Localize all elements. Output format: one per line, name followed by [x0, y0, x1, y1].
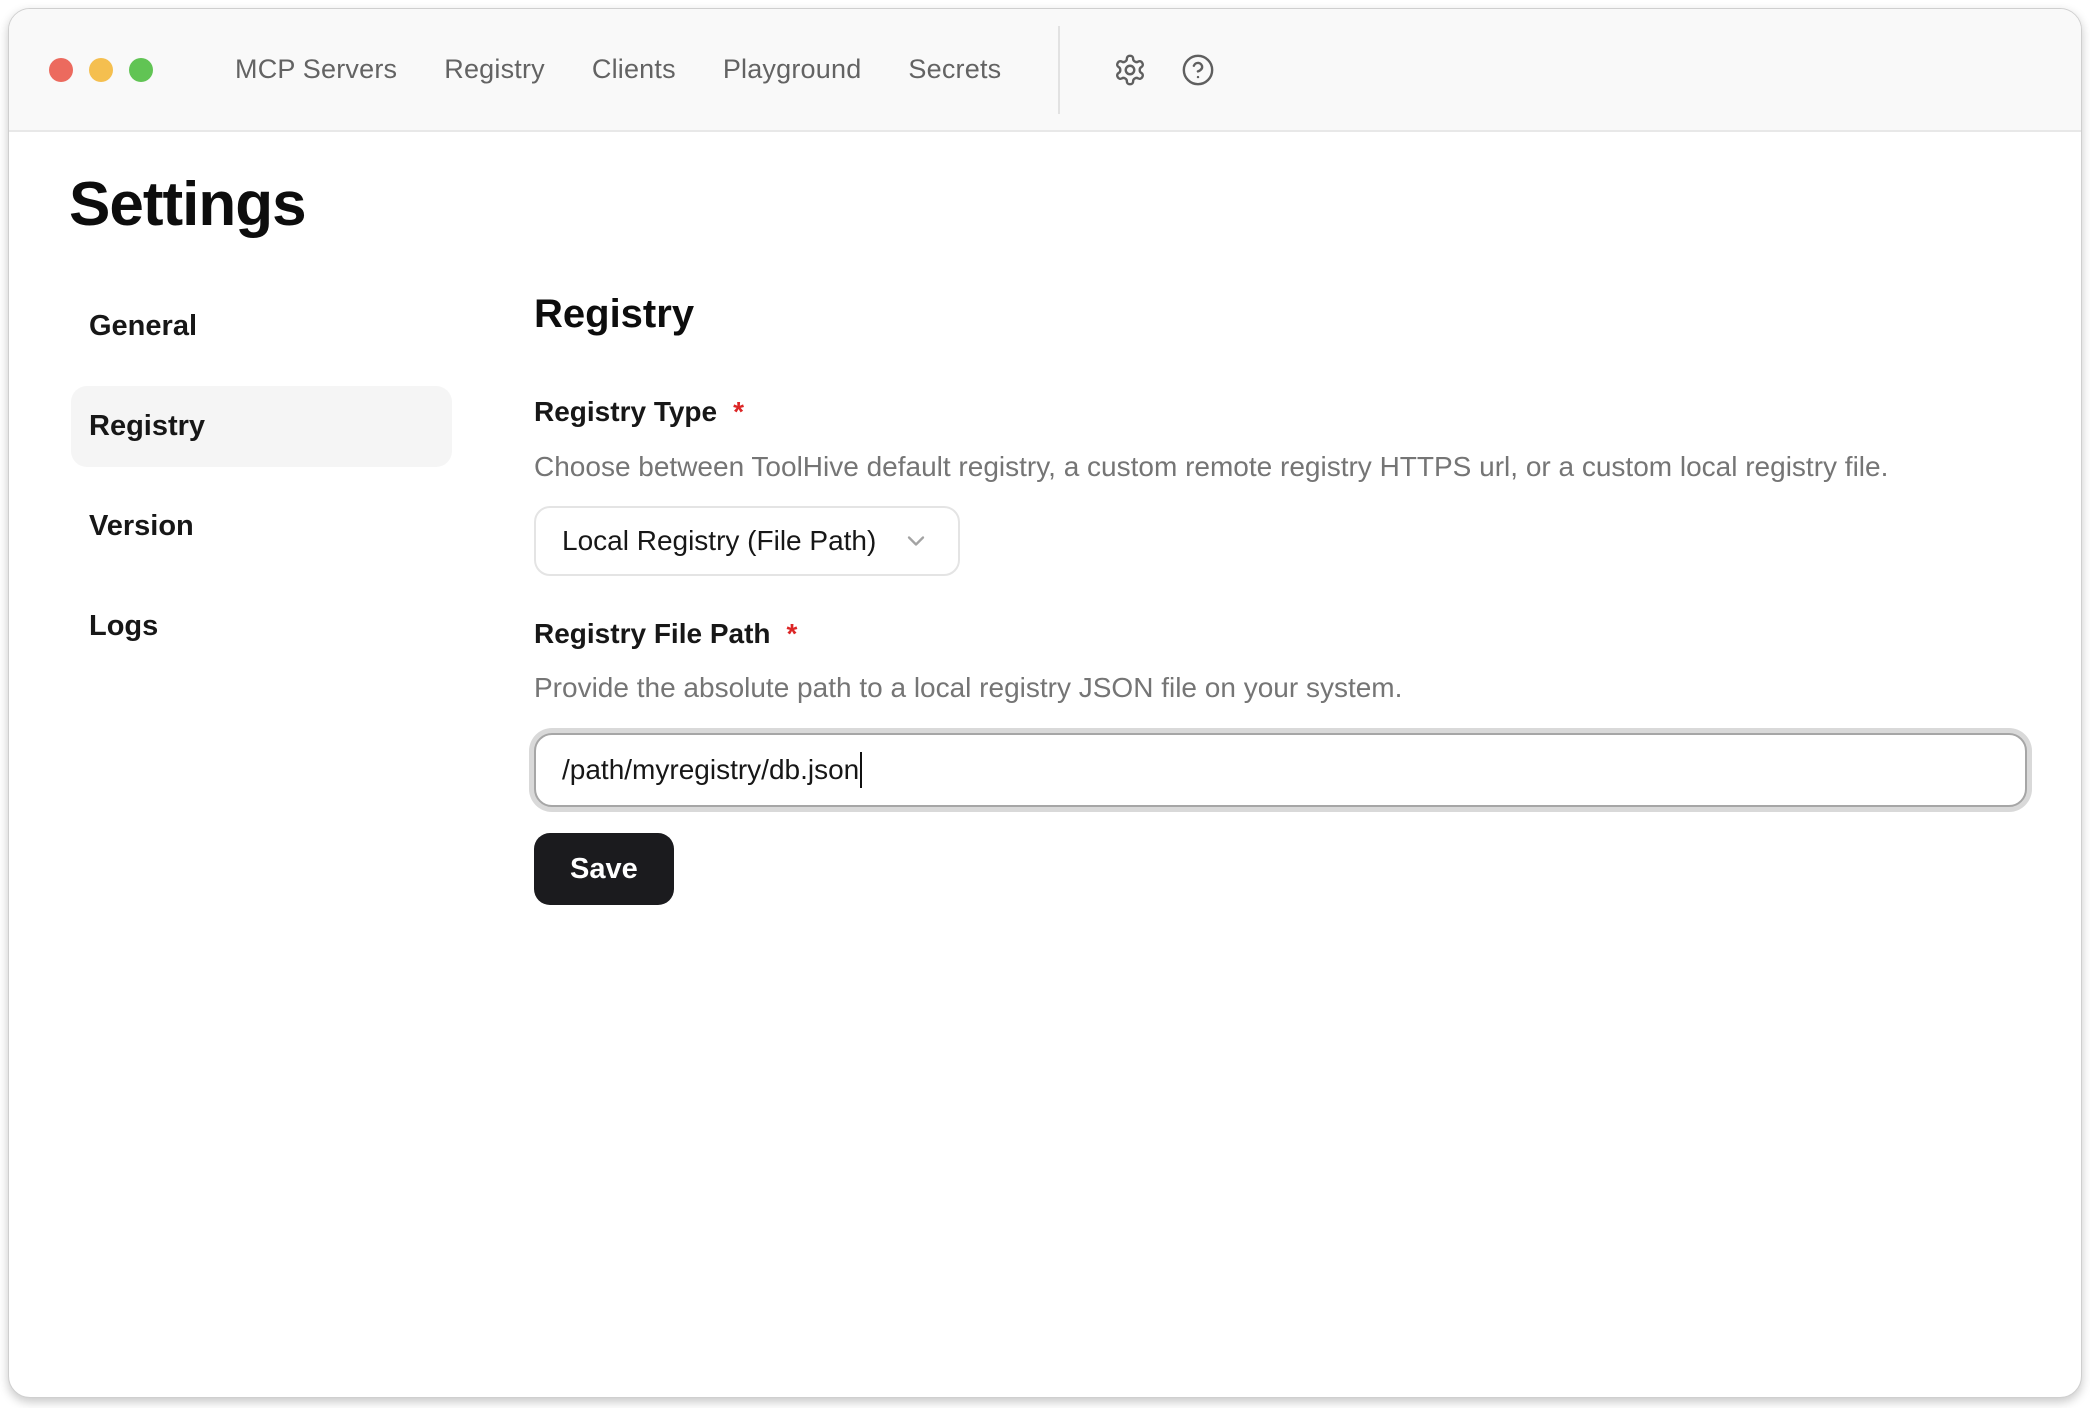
required-asterisk: * [787, 616, 798, 652]
close-window-button[interactable] [49, 58, 73, 82]
window-controls [49, 58, 153, 82]
titlebar: MCP Servers Registry Clients Playground … [9, 9, 2081, 132]
app-window: MCP Servers Registry Clients Playground … [8, 8, 2082, 1398]
registry-file-path-description: Provide the absolute path to a local reg… [534, 668, 2027, 707]
page-title: Settings [69, 169, 2081, 240]
nav-item-playground[interactable]: Playground [723, 54, 862, 85]
nav-item-clients[interactable]: Clients [592, 54, 676, 85]
sidebar-item-version[interactable]: Version [71, 486, 452, 567]
registry-file-path-input[interactable]: /path/myregistry/db.json [534, 733, 2027, 807]
maximize-window-button[interactable] [129, 58, 153, 82]
help-button[interactable] [1180, 52, 1216, 88]
settings-gear-button[interactable] [1112, 52, 1148, 88]
gear-icon [1113, 53, 1147, 87]
minimize-window-button[interactable] [89, 58, 113, 82]
registry-type-field: Registry Type * Choose between ToolHive … [534, 394, 2027, 576]
sidebar-item-logs[interactable]: Logs [71, 586, 452, 667]
settings-sidebar: General Registry Version Logs [71, 286, 452, 905]
chevron-down-icon [902, 527, 930, 555]
registry-file-path-field: Registry File Path * Provide the absolut… [534, 616, 2027, 808]
registry-file-path-label: Registry File Path [534, 616, 771, 652]
nav-item-registry[interactable]: Registry [444, 54, 545, 85]
registry-file-path-value: /path/myregistry/db.json [562, 754, 859, 786]
nav-divider [1058, 26, 1060, 114]
sidebar-item-general[interactable]: General [71, 286, 452, 367]
registry-settings-panel: Registry Registry Type * Choose between … [534, 286, 2027, 905]
registry-type-description: Choose between ToolHive default registry… [534, 447, 2027, 486]
nav-item-secrets[interactable]: Secrets [908, 54, 1001, 85]
save-button[interactable]: Save [534, 833, 674, 905]
section-heading: Registry [534, 290, 2027, 338]
settings-page: Settings General Registry Version Logs R… [9, 132, 2081, 905]
registry-type-select[interactable]: Local Registry (File Path) [534, 506, 960, 576]
registry-type-label: Registry Type [534, 394, 717, 430]
text-cursor [860, 752, 862, 788]
nav-item-mcp-servers[interactable]: MCP Servers [235, 54, 397, 85]
top-navigation: MCP Servers Registry Clients Playground … [235, 54, 1001, 85]
sidebar-item-registry[interactable]: Registry [71, 386, 452, 467]
registry-type-selected-value: Local Registry (File Path) [562, 525, 876, 557]
required-asterisk: * [733, 394, 744, 430]
help-icon [1181, 53, 1215, 87]
